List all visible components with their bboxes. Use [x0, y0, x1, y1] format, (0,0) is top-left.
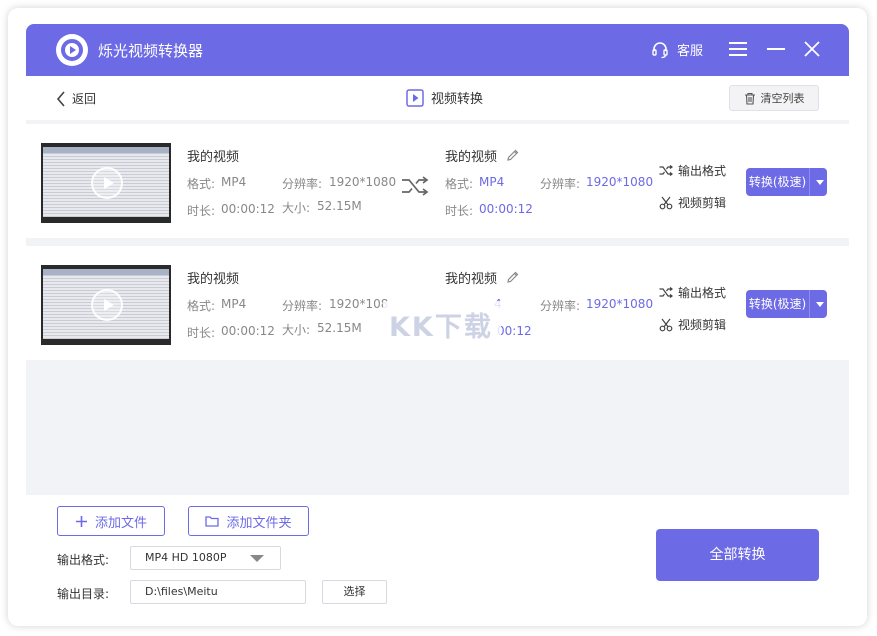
convert-all-button[interactable]: 全部转换: [656, 529, 819, 581]
video-thumbnail[interactable]: [41, 143, 171, 223]
source-size-label: 大小:: [282, 323, 311, 337]
page-title-label: 视频转换: [431, 92, 484, 107]
convert-button[interactable]: 转换(极速): [746, 168, 827, 196]
shuffle-icon: [402, 176, 429, 196]
source-format: MP4: [221, 175, 247, 189]
output-format-label: 输出格式: [678, 164, 727, 178]
output-dir-input[interactable]: D:\files\Meitu: [130, 580, 306, 604]
source-size-label: 大小:: [282, 201, 311, 215]
target-duration-label: 时长:: [445, 204, 474, 218]
app-content: 烁光视频转换器 客服 返回 视频转换 清空列表 我的视频 格式: MP4 分辨率…: [26, 24, 849, 619]
source-resolution: 1920*108: [329, 297, 389, 311]
output-dir-value: D:\files\Meitu: [145, 585, 218, 598]
video-edit-button[interactable]: 视频剪辑: [659, 316, 726, 333]
minimize-icon[interactable]: [767, 48, 785, 50]
watermark: KK下载: [383, 301, 501, 353]
source-duration: 00:00:12: [221, 324, 275, 338]
output-format-field-label: 输出格式:: [57, 553, 110, 567]
source-duration-label: 时长:: [187, 204, 216, 218]
target-duration: 00:00:12: [479, 202, 533, 216]
source-name: 我的视频: [187, 150, 240, 165]
close-icon[interactable]: [802, 39, 822, 59]
list-item: 我的视频 格式: MP4 分辨率: 1920*1080 时长: 00:00:12…: [26, 124, 849, 238]
source-resolution-label: 分辨率:: [282, 299, 323, 313]
clear-list-button[interactable]: 清空列表: [729, 85, 819, 111]
source-format-label: 格式:: [187, 177, 216, 191]
source-size: 52.15M: [317, 199, 362, 213]
title-bar: 烁光视频转换器 客服: [26, 24, 849, 76]
chevron-down-icon: [250, 555, 264, 562]
source-format-label: 格式:: [187, 299, 216, 313]
video-edit-label: 视频剪辑: [678, 318, 727, 332]
convert-label: 转换(极速): [746, 168, 810, 196]
source-resolution: 1920*1080: [329, 175, 397, 189]
target-resolution-label: 分辨率:: [540, 177, 581, 191]
app-title: 烁光视频转换器: [98, 42, 204, 60]
video-edit-button[interactable]: 视频剪辑: [659, 194, 726, 211]
add-file-label: 添加文件: [94, 515, 147, 531]
back-label: 返回: [72, 92, 97, 106]
target-resolution: 1920*1080: [586, 175, 654, 189]
target-format-label: 格式:: [445, 177, 474, 191]
headset-icon: [652, 41, 668, 58]
chevron-down-icon[interactable]: [816, 180, 824, 185]
target-resolution: 1920*1080: [586, 297, 654, 311]
customer-service-label: 客服: [677, 44, 704, 59]
shuffle-icon: [659, 165, 673, 176]
source-duration-label: 时长:: [187, 326, 216, 340]
convert-label: 转换(极速): [746, 290, 810, 318]
add-file-button[interactable]: 添加文件: [57, 506, 165, 536]
video-edit-label: 视频剪辑: [678, 196, 727, 210]
output-format-button[interactable]: 输出格式: [659, 162, 726, 179]
source-size: 52.15M: [317, 321, 362, 335]
edit-icon[interactable]: [506, 148, 520, 162]
output-format-value: MP4 HD 1080P: [145, 551, 227, 564]
output-dir-label: 输出目录:: [57, 587, 110, 601]
chevron-left-icon: [56, 90, 65, 107]
customer-service-button[interactable]: 客服: [651, 40, 703, 59]
page-title: 视频转换: [406, 88, 483, 107]
target-resolution-label: 分辨率:: [540, 299, 581, 313]
target-duration: 00:12: [497, 324, 532, 338]
app-window: 烁光视频转换器 客服 返回 视频转换 清空列表 我的视频 格式: MP4 分辨率…: [8, 8, 867, 626]
choose-dir-button[interactable]: 选择: [322, 580, 387, 604]
video-thumbnail[interactable]: [41, 265, 171, 345]
source-duration: 00:00:12: [221, 202, 275, 216]
trash-icon: [744, 92, 755, 105]
scissors-icon: [659, 196, 673, 209]
source-name: 我的视频: [187, 272, 240, 287]
menu-icon[interactable]: [729, 42, 747, 56]
source-resolution-label: 分辨率:: [282, 177, 323, 191]
add-folder-label: 添加文件夹: [226, 515, 292, 531]
chevron-down-icon[interactable]: [816, 302, 824, 307]
watermark-text: KK下载: [389, 312, 493, 343]
output-format-select[interactable]: MP4 HD 1080P: [130, 546, 281, 570]
target-format: MP4: [479, 175, 505, 189]
output-format-label: 输出格式: [678, 286, 727, 300]
shuffle-icon: [659, 287, 673, 298]
source-format: MP4: [221, 297, 247, 311]
play-icon[interactable]: [91, 167, 123, 199]
target-name: 我的视频: [445, 272, 498, 287]
plus-icon: [75, 515, 87, 527]
edit-icon[interactable]: [506, 270, 520, 284]
back-button[interactable]: 返回: [56, 90, 96, 107]
target-name: 我的视频: [445, 150, 498, 165]
folder-icon: [205, 516, 220, 527]
clear-list-label: 清空列表: [760, 92, 805, 105]
convert-button[interactable]: 转换(极速): [746, 290, 827, 318]
output-format-button[interactable]: 输出格式: [659, 284, 726, 301]
play-icon[interactable]: [91, 289, 123, 321]
nav-bar: 返回 视频转换 清空列表: [26, 76, 849, 120]
app-logo-icon: [56, 34, 88, 66]
add-folder-button[interactable]: 添加文件夹: [188, 506, 309, 536]
bottom-panel: 添加文件 添加文件夹 输出格式: MP4 HD 1080P 输出目录: D:\f…: [26, 495, 849, 619]
scissors-icon: [659, 318, 673, 331]
video-icon: [406, 88, 424, 107]
